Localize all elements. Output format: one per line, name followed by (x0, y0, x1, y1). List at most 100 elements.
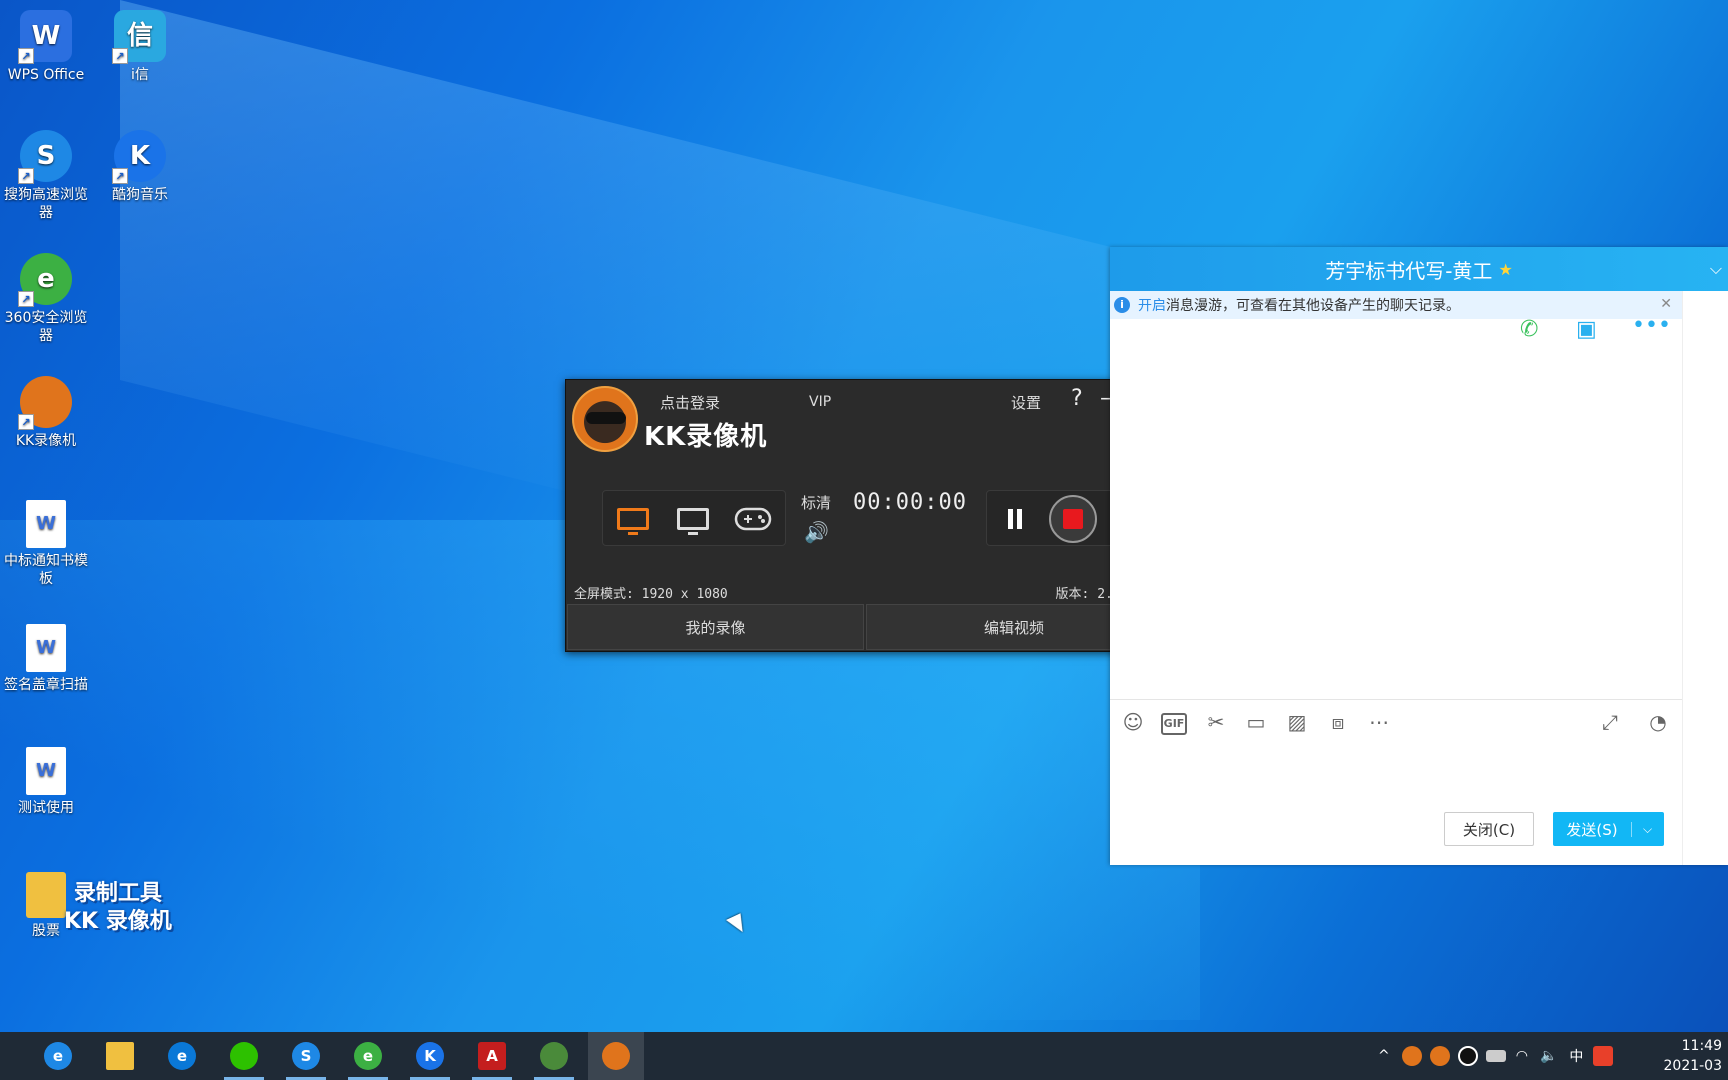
ie-icon: e (44, 1042, 72, 1070)
capture-mode-group (602, 490, 786, 546)
desktop-icon-sogou-browser[interactable]: S ↗ 搜狗高速浏览器 (0, 130, 92, 222)
star-icon: ★ (1498, 259, 1513, 279)
close-chat-button[interactable]: 关闭(C) (1444, 812, 1534, 846)
desktop-icon-label: 签名盖章扫描 (4, 677, 88, 693)
acrobat-icon: A (478, 1042, 506, 1070)
desktop-icon-wps[interactable]: W ↗ WPS Office (0, 10, 92, 84)
chat-header: 芳宇标书代写-黄工 ★ ⌵ (1110, 247, 1728, 291)
folder-icon[interactable]: ▭ (1243, 709, 1269, 735)
taskbar-sogou[interactable]: S (278, 1032, 334, 1080)
wifi-icon[interactable]: ◠ (1516, 1048, 1528, 1064)
vip-link[interactable]: VIP (809, 394, 831, 410)
kk-tray-icon[interactable] (1429, 1046, 1450, 1066)
taskbar-app[interactable] (526, 1032, 582, 1080)
chevron-down-icon[interactable]: ⌵ (1631, 821, 1663, 837)
login-link[interactable]: 点击登录 (660, 392, 720, 413)
desktop-icon-doc-test[interactable]: W 测试使用 (0, 747, 92, 817)
help-button[interactable]: ? (1071, 386, 1083, 411)
desktop-icon-kugou[interactable]: K ↗ 酷狗音乐 (94, 130, 186, 204)
word-doc-icon: W (26, 500, 66, 548)
shake-icon[interactable]: ⧈ (1325, 709, 1351, 735)
voice-call-icon[interactable]: ✆ (1520, 317, 1546, 343)
volume-icon[interactable]: 🔊 (804, 520, 829, 544)
desktop-icon-label: 搜狗高速浏览器 (4, 187, 88, 221)
qq-icon[interactable] (1457, 1046, 1478, 1066)
send-button[interactable]: 发送(S) ⌵ (1553, 812, 1664, 846)
quality-selector[interactable]: 标清 (801, 492, 831, 513)
kk-tray-icon[interactable] (1401, 1046, 1422, 1066)
clock[interactable]: 11:49 2021-03 (1664, 1036, 1723, 1076)
taskbar-explorer[interactable] (92, 1032, 148, 1080)
chevron-down-icon[interactable]: ⌵ (1710, 259, 1722, 279)
word-doc-icon: W (26, 747, 66, 795)
kk-logo-icon (572, 386, 638, 452)
fullscreen-mode-button[interactable] (613, 501, 653, 537)
sogou-browser-icon: S ↗ (18, 130, 72, 184)
close-notice-icon[interactable]: ✕ (1660, 296, 1672, 312)
more-icon[interactable]: ••• (1632, 313, 1671, 339)
chat-side-panel (1682, 291, 1728, 865)
video-call-icon[interactable]: ▣ (1576, 317, 1602, 343)
watermark-line2: KK 录像机 (64, 909, 172, 934)
desktop-icon-label: 酷狗音乐 (112, 187, 168, 203)
emoji-icon[interactable]: ☺ (1120, 709, 1146, 735)
send-label: 发送(S) (1566, 820, 1618, 839)
360-browser-icon: e ↗ (18, 253, 72, 307)
sogou-input-icon[interactable] (1593, 1046, 1614, 1066)
gamepad-icon (734, 507, 772, 531)
desktop-icon-label: 360安全浏览器 (4, 310, 88, 344)
kk-recorder-window: KK录像机 点击登录 VIP 设置 ? – ✕ 标清 00:00:00 🔊 全屏… (565, 379, 1163, 652)
desktop-icon-label: KK录像机 (15, 433, 77, 449)
desktop-icon-label: WPS Office (7, 67, 85, 83)
volume-icon[interactable]: 🔈 (1540, 1048, 1557, 1064)
system-tray: ^ ◠ 🔈 中 (1378, 1032, 1617, 1080)
kk-recorder-icon (602, 1042, 630, 1070)
roaming-notice: i 开启 消息漫游，可查看在其他设备产生的聊天记录。 ✕ (1110, 291, 1682, 319)
ime-indicator[interactable]: 中 (1569, 1046, 1583, 1066)
expand-icon[interactable]: ⤢ (1597, 709, 1623, 735)
sogou-icon: S (292, 1042, 320, 1070)
mode-status: 全屏模式: 1920 x 1080 (574, 587, 728, 602)
360-icon: e (354, 1042, 382, 1070)
taskbar-360[interactable]: e (340, 1032, 396, 1080)
image-icon[interactable]: ▨ (1284, 709, 1310, 735)
desktop-icon-ixin[interactable]: 信 ↗ i信 (94, 10, 186, 84)
wps-icon: W ↗ (18, 10, 72, 64)
edge-icon: e (168, 1042, 196, 1070)
kk-title: KK录像机 (644, 422, 768, 452)
watermark-line1: 录制工具 (73, 881, 162, 906)
taskbar-kk-recorder[interactable] (588, 1032, 644, 1080)
desktop-icon-doc-signature[interactable]: W 签名盖章扫描 (0, 624, 92, 694)
desktop-icon-kk-recorder[interactable]: ↗ KK录像机 (0, 376, 92, 450)
monitor-icon (617, 508, 649, 535)
taskbar-kugou[interactable]: K (402, 1032, 458, 1080)
scissors-icon[interactable]: ✂ (1203, 709, 1229, 735)
gif-icon[interactable]: GIF (1161, 713, 1187, 735)
enable-roaming-link[interactable]: 开启 (1138, 295, 1166, 315)
stop-record-button[interactable] (1049, 495, 1097, 543)
watermark: 录制工具 KK 录像机 (64, 880, 172, 936)
pause-button[interactable] (1007, 509, 1023, 529)
region-mode-button[interactable] (673, 501, 713, 537)
kugou-icon: K ↗ (112, 130, 166, 184)
history-icon[interactable]: ◔ (1645, 709, 1671, 735)
desktop-icon-doc-template[interactable]: W 中标通知书模板 (0, 500, 92, 588)
taskbar-acrobat[interactable]: A (464, 1032, 520, 1080)
settings-link[interactable]: 设置 (1011, 392, 1041, 413)
chevron-up-icon[interactable]: ^ (1378, 1048, 1390, 1064)
ixin-icon: 信 ↗ (112, 10, 166, 64)
region-icon (677, 508, 709, 535)
record-timer: 00:00:00 (853, 490, 967, 515)
kugou-icon: K (416, 1042, 444, 1070)
taskbar-wechat[interactable] (216, 1032, 272, 1080)
taskbar-edge[interactable]: e (154, 1032, 210, 1080)
game-mode-button[interactable] (733, 501, 773, 537)
kk-recorder-icon: ↗ (18, 376, 72, 430)
word-doc-icon: W (26, 624, 66, 672)
desktop-icon-360-browser[interactable]: e ↗ 360安全浏览器 (0, 253, 92, 345)
battery-icon[interactable] (1485, 1050, 1506, 1062)
wechat-icon (230, 1042, 258, 1070)
taskbar-ie[interactable]: e (30, 1032, 86, 1080)
my-recordings-button[interactable]: 我的录像 (567, 604, 864, 650)
more-tools-icon[interactable]: ⋯ (1366, 709, 1392, 735)
